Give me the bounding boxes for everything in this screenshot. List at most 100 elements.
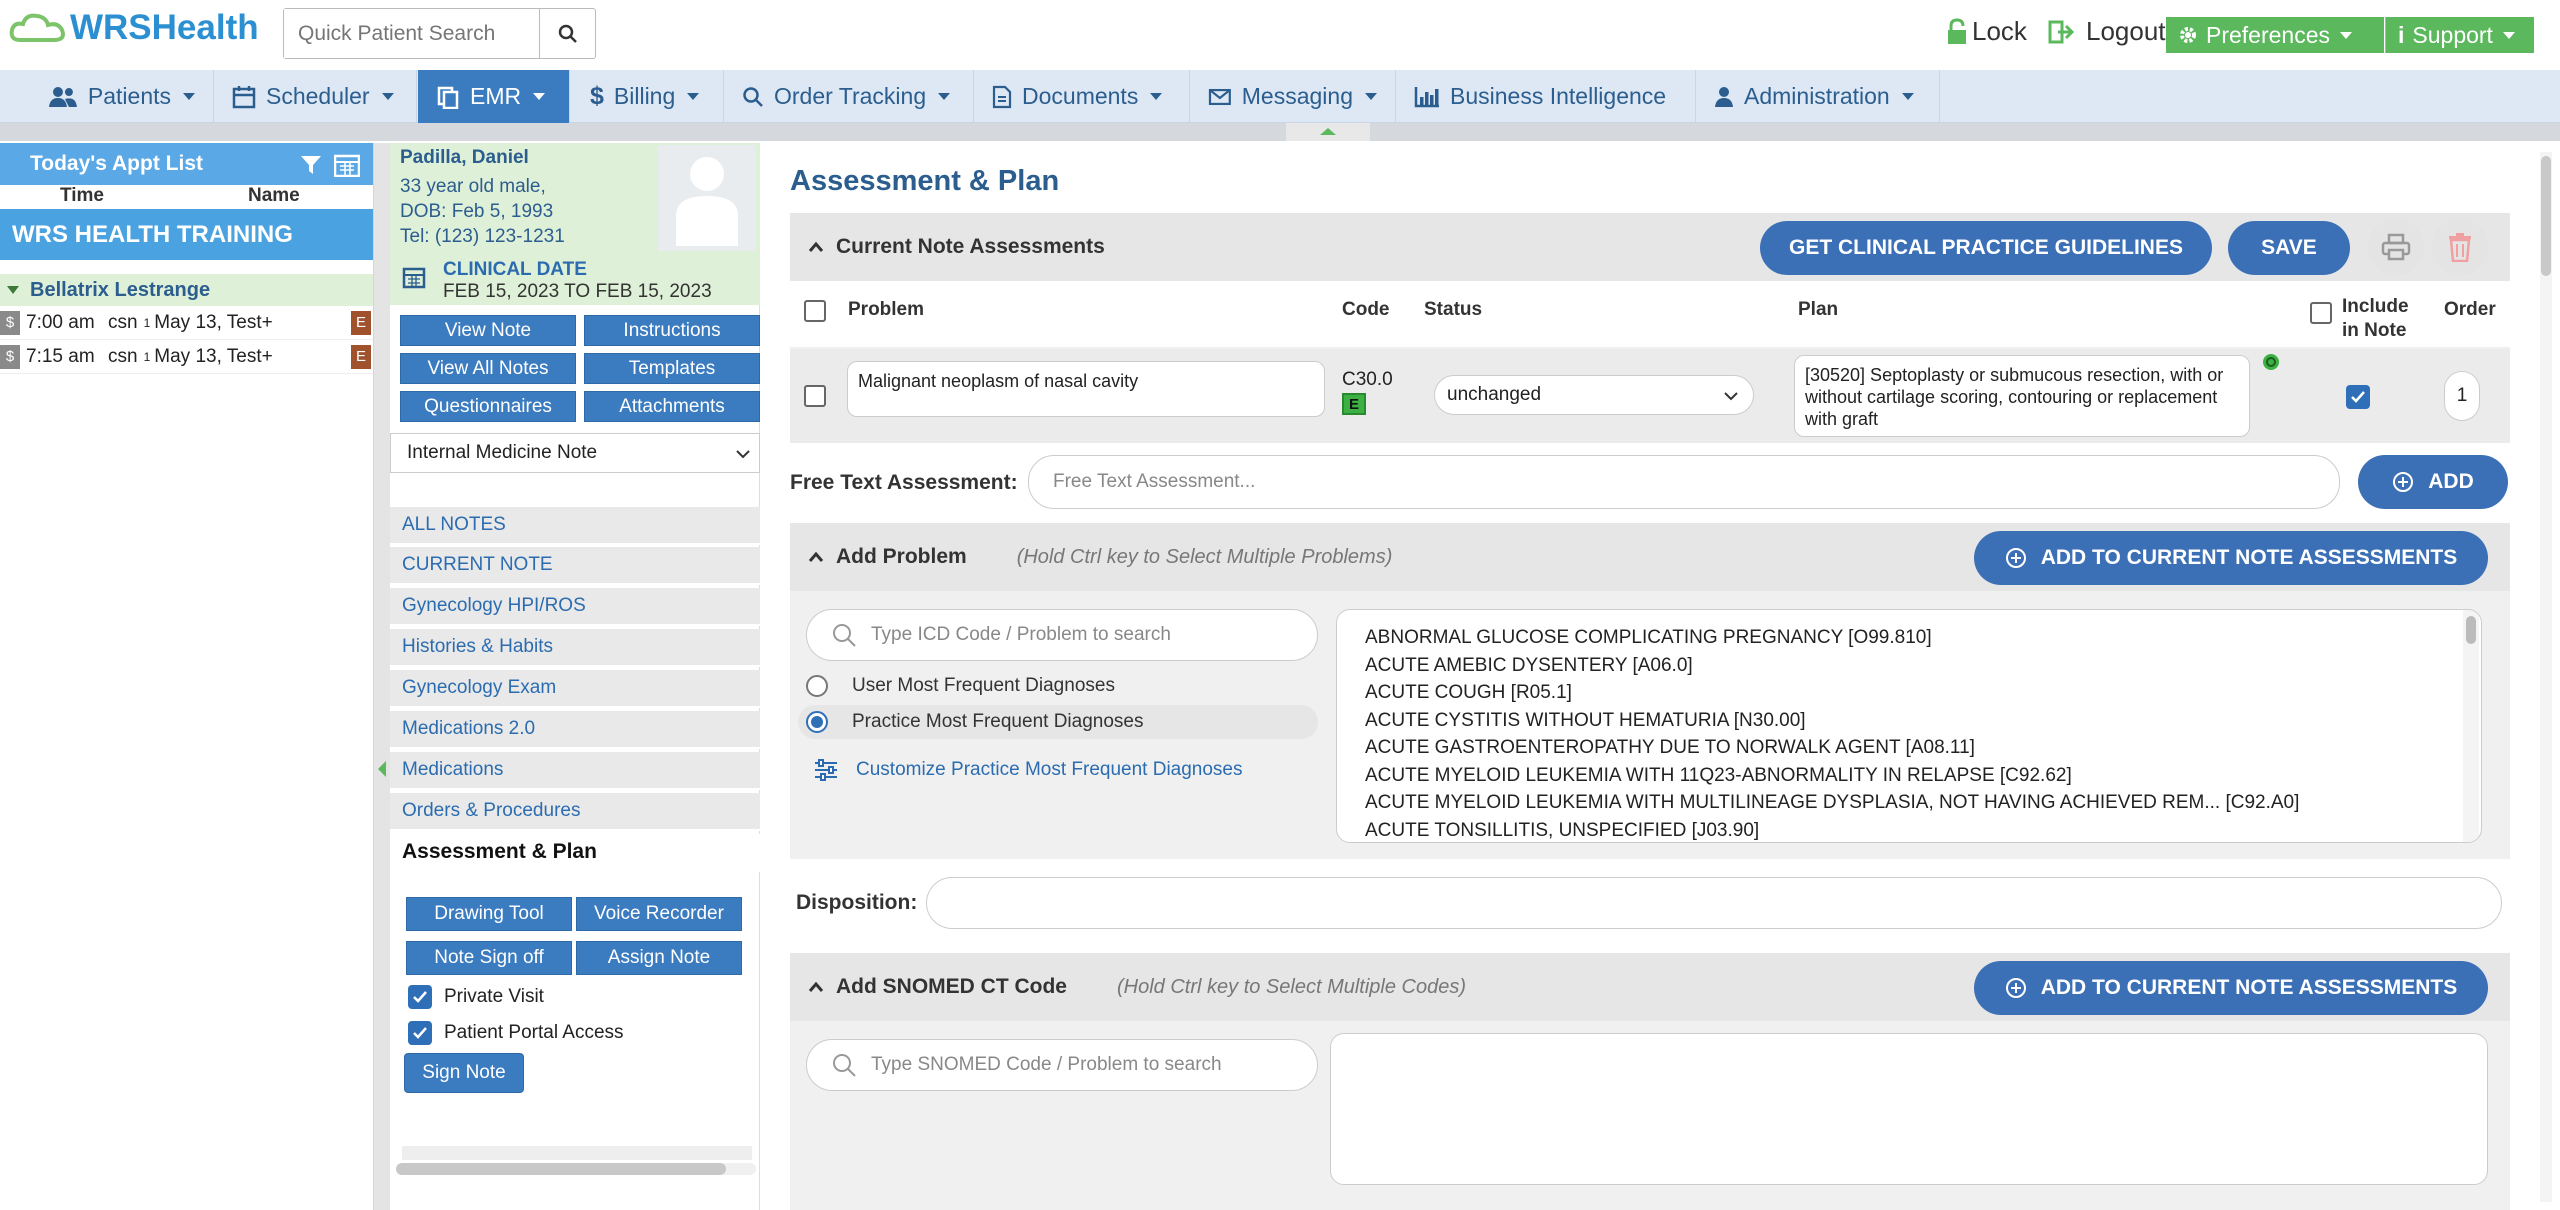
diagnosis-item[interactable]: ACUTE MYELOID LEUKEMIA WITH 11Q23-ABNORM… — [1337, 762, 2481, 790]
diagnosis-item[interactable]: ACUTE GASTROENTEROPATHY DUE TO NORWALK A… — [1337, 734, 2481, 762]
panel-splitter[interactable] — [374, 143, 390, 1210]
plan-field[interactable]: [30520] Septoplasty or submucous resecti… — [1794, 355, 2250, 437]
icd-search-input[interactable]: Type ICD Code / Problem to search — [806, 609, 1318, 661]
note-section-gynecology-exam[interactable]: Gynecology Exam — [390, 670, 760, 708]
practice-frequent-radio[interactable] — [806, 711, 828, 733]
nav-emr[interactable]: EMR — [418, 70, 570, 123]
support-menu[interactable]: i Support — [2386, 17, 2534, 53]
note-section-histories-habits[interactable]: Histories & Habits — [390, 629, 760, 667]
disposition-field[interactable] — [926, 877, 2502, 929]
sign-note-button[interactable]: Sign Note — [404, 1053, 524, 1093]
col-time[interactable]: Time — [60, 185, 248, 207]
assign-note-button[interactable]: Assign Note — [576, 941, 742, 975]
appointment-list-panel: Today's Appt List Time Name WRS HEALTH T… — [0, 143, 374, 1210]
user-frequent-option[interactable]: User Most Frequent Diagnoses — [806, 675, 1115, 697]
avatar[interactable] — [658, 145, 756, 251]
patient-portal-access-checkbox[interactable] — [408, 1021, 432, 1045]
note-section-medications[interactable]: Medications — [390, 752, 760, 790]
templates-button[interactable]: Templates — [584, 353, 760, 384]
add-free-text-button[interactable]: ADD — [2358, 455, 2508, 509]
note-sign-off-button[interactable]: Note Sign off — [406, 941, 572, 975]
note-section-current-note[interactable]: CURRENT NOTE — [390, 547, 760, 585]
search-button[interactable] — [540, 9, 595, 58]
diagnosis-item[interactable]: ACUTE COUGH [R05.1] — [1337, 679, 2481, 707]
customize-frequent-link[interactable]: Customize Practice Most Frequent Diagnos… — [814, 759, 1243, 781]
horizontal-scrollbar[interactable] — [396, 1163, 756, 1175]
nav-administration[interactable]: Administration — [1696, 70, 1940, 123]
save-button[interactable]: SAVE — [2228, 221, 2350, 275]
nav-documents[interactable]: Documents — [974, 70, 1190, 123]
chevron-down-icon — [2502, 31, 2515, 39]
diagnosis-list-scrollbar[interactable] — [2463, 610, 2479, 842]
private-visit-checkbox[interactable] — [408, 985, 432, 1009]
delete-button[interactable] — [2432, 219, 2488, 275]
preferences-menu[interactable]: Preferences — [2166, 17, 2384, 53]
patient-name[interactable]: Padilla, Daniel — [400, 147, 529, 169]
patient-portal-access-label: Patient Portal Access — [444, 1022, 624, 1043]
snomed-search-input[interactable]: Type SNOMED Code / Problem to search — [806, 1039, 1318, 1091]
snomed-results-list[interactable] — [1330, 1033, 2488, 1185]
logout-link[interactable]: Logout — [2048, 16, 2166, 47]
nav-business-intelligence[interactable]: Business Intelligence — [1396, 70, 1696, 123]
status-select[interactable]: unchanged — [1434, 375, 1754, 415]
nav-messaging[interactable]: Messaging — [1190, 70, 1396, 123]
appt-row[interactable]: $ 7:15 am csn 1 May 13, Test+ E — [0, 340, 373, 374]
drawing-tool-button[interactable]: Drawing Tool — [406, 897, 572, 931]
voice-recorder-button[interactable]: Voice Recorder — [576, 897, 742, 931]
appt-patient-header[interactable]: Bellatrix Lestrange — [0, 274, 373, 306]
nav-patients[interactable]: Patients — [30, 70, 214, 123]
appt-row[interactable]: $ 7:00 am csn 1 May 13, Test+ E — [0, 306, 373, 340]
quick-patient-search-input[interactable] — [284, 9, 540, 58]
attachments-button[interactable]: Attachments — [584, 391, 760, 422]
col-name[interactable]: Name — [248, 185, 300, 207]
nav-billing[interactable]: $ Billing — [572, 70, 724, 123]
nav-scheduler[interactable]: Scheduler — [214, 70, 417, 123]
clinical-guidelines-button[interactable]: GET CLINICAL PRACTICE GUIDELINES — [1760, 221, 2212, 275]
row-select-checkbox[interactable] — [804, 385, 826, 407]
free-text-input[interactable]: Free Text Assessment... — [1028, 455, 2340, 509]
questionnaires-button[interactable]: Questionnaires — [400, 391, 576, 422]
collapse-nav-tab[interactable] — [1286, 123, 1370, 141]
diagnosis-item[interactable]: ACUTE MYELOID LEUKEMIA WITH MULTILINEAGE… — [1337, 789, 2481, 817]
add-to-current-assessments-button[interactable]: ADD TO CURRENT NOTE ASSESSMENTS — [1974, 531, 2488, 585]
plan-status-icon[interactable] — [2262, 353, 2280, 371]
lock-link[interactable]: Lock — [1946, 16, 2027, 47]
filter-icon[interactable] — [300, 155, 322, 175]
scrollbar-thumb[interactable] — [2541, 156, 2551, 276]
clinical-date-value[interactable]: FEB 15, 2023 TO FEB 15, 2023 — [443, 281, 712, 303]
problem-field[interactable]: Malignant neoplasm of nasal cavity — [847, 361, 1325, 417]
plus-circle-icon — [2005, 978, 2026, 998]
view-note-button[interactable]: View Note — [400, 315, 576, 346]
include-all-checkbox[interactable] — [2310, 302, 2332, 324]
note-section-assessment-plan[interactable]: Assessment & Plan — [390, 834, 760, 872]
note-section-medications-2[interactable]: Medications 2.0 — [390, 711, 760, 749]
scrollbar-thumb[interactable] — [2466, 616, 2476, 644]
calendar-icon[interactable] — [334, 153, 360, 177]
add-snomed-to-assessments-button[interactable]: ADD TO CURRENT NOTE ASSESSMENTS — [1974, 961, 2488, 1015]
instructions-button[interactable]: Instructions — [584, 315, 760, 346]
diagnosis-item[interactable]: ACUTE TONSILLITIS, UNSPECIFIED [J03.90] — [1337, 817, 2481, 843]
support-label: Support — [2412, 21, 2493, 48]
collapse-left-icon[interactable] — [376, 759, 388, 779]
note-type-select[interactable]: Internal Medicine Note — [390, 433, 760, 473]
page-vertical-scrollbar[interactable] — [2540, 152, 2552, 1202]
include-in-note-checkbox[interactable] — [2346, 385, 2370, 409]
note-section-gynecology-hpi[interactable]: Gynecology HPI/ROS — [390, 588, 760, 626]
print-button[interactable] — [2368, 219, 2424, 275]
practice-frequent-option[interactable]: Practice Most Frequent Diagnoses — [798, 705, 1318, 739]
assessment-table-header — [790, 281, 2510, 347]
diagnosis-item[interactable]: ABNORMAL GLUCOSE COMPLICATING PREGNANCY … — [1337, 624, 2481, 652]
order-input[interactable]: 1 — [2444, 371, 2480, 421]
view-all-notes-button[interactable]: View All Notes — [400, 353, 576, 384]
wrs-health-logo[interactable]: WRSHealth — [8, 8, 259, 48]
select-all-checkbox[interactable] — [804, 300, 826, 322]
code-e-badge[interactable]: E — [1342, 393, 1366, 415]
diagnosis-item[interactable]: ACUTE CYSTITIS WITHOUT HEMATURIA [N30.00… — [1337, 707, 2481, 735]
user-frequent-radio[interactable] — [806, 675, 828, 697]
nav-order-tracking[interactable]: Order Tracking — [724, 70, 974, 123]
note-section-all-notes[interactable]: ALL NOTES — [390, 507, 760, 545]
scrollbar-thumb[interactable] — [396, 1163, 726, 1175]
note-section-orders-procedures[interactable]: Orders & Procedures — [390, 793, 760, 831]
diagnosis-list[interactable]: ABNORMAL GLUCOSE COMPLICATING PREGNANCY … — [1336, 609, 2482, 843]
diagnosis-item[interactable]: ACUTE AMEBIC DYSENTERY [A06.0] — [1337, 652, 2481, 680]
